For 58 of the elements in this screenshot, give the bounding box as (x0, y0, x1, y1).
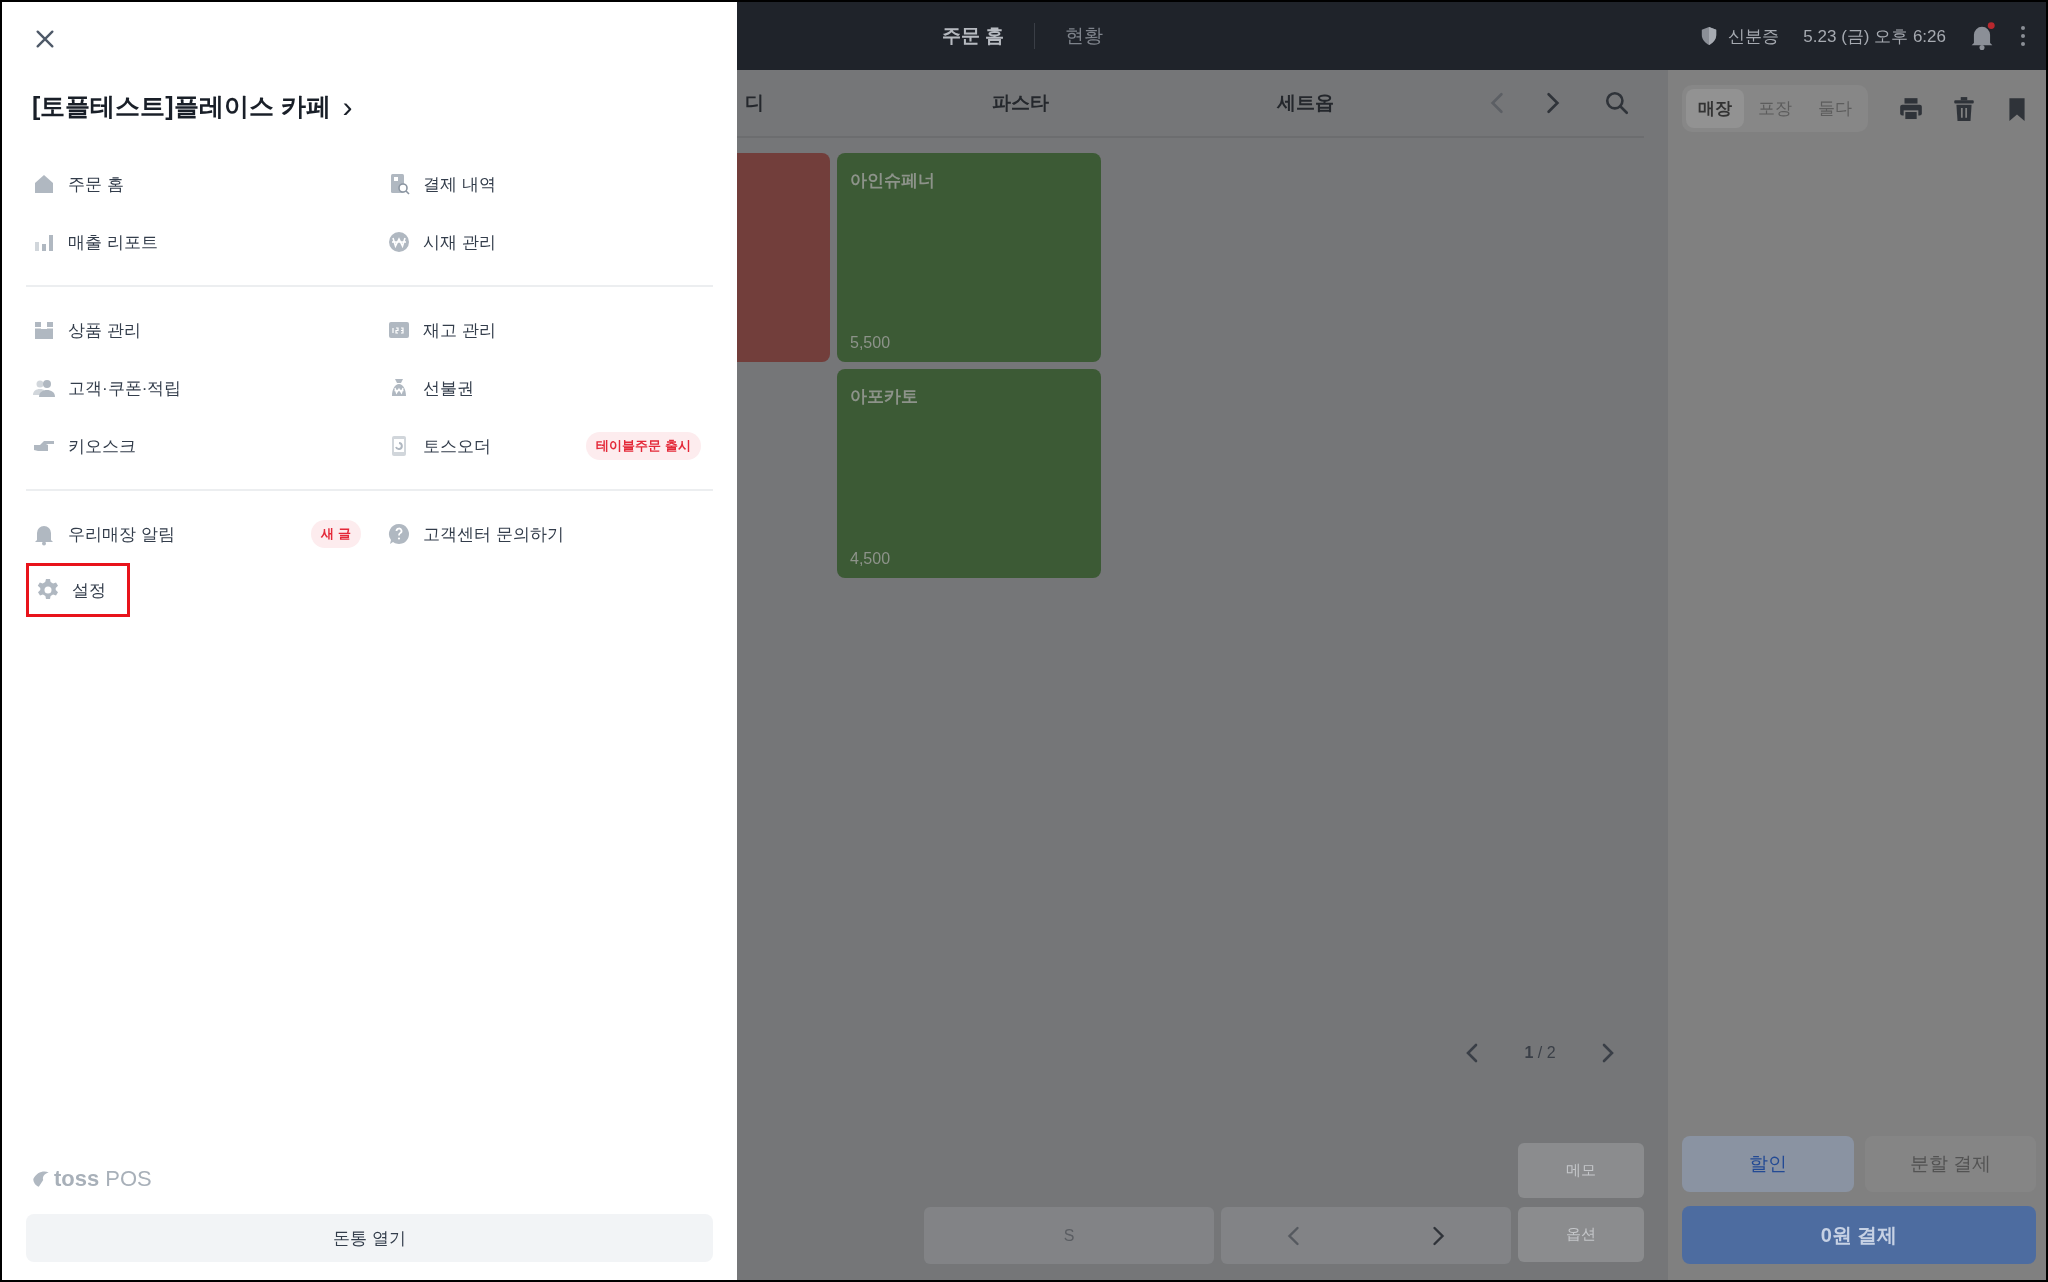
menu-label: 선불권 (423, 377, 474, 400)
home-icon (32, 172, 56, 196)
menu-label: 키오스크 (68, 435, 136, 458)
open-cash-drawer-button[interactable]: 돈통 열기 (26, 1214, 713, 1262)
store-name[interactable]: [토플테스트]플레이스 카페 (32, 90, 331, 123)
chevron-right-icon[interactable] (1432, 1225, 1445, 1246)
menu-item[interactable]: 상품 관리 (26, 301, 361, 359)
won-icon (387, 230, 411, 254)
menu-item[interactable]: 우리매장 알림 새 글 (26, 505, 361, 563)
menu-label: 고객센터 문의하기 (423, 523, 564, 546)
menu-label: 주문 홈 (68, 173, 124, 196)
menu-label: 설정 (72, 579, 106, 602)
menu-item[interactable]: 재고 관리 (381, 301, 701, 359)
chevron-left-icon[interactable] (1287, 1225, 1300, 1246)
more-menu-icon[interactable] (2020, 25, 2026, 47)
chevron-right-icon[interactable] (1602, 1043, 1614, 1063)
order-type-option[interactable]: 매장 (1686, 89, 1744, 128)
close-icon[interactable] (34, 28, 56, 50)
product-name: 아인슈페너 (850, 170, 936, 192)
menu-label: 매출 리포트 (68, 231, 158, 254)
id-card-link[interactable]: 신분증 (1728, 24, 1780, 48)
toss-pos-logo: toss POS (30, 1166, 152, 1192)
trash-icon[interactable] (1951, 95, 1977, 122)
menu-label: 토스오더 (423, 435, 491, 458)
menu-item[interactable]: 고객센터 문의하기 (381, 505, 701, 563)
menu-label: 재고 관리 (423, 319, 496, 342)
shield-icon (1700, 26, 1719, 46)
menu-item[interactable]: 매출 리포트 (26, 213, 361, 271)
menu-label: 우리매장 알림 (68, 523, 175, 546)
menu-item[interactable]: 주문 홈 (26, 155, 361, 213)
menu-label: 고객·쿠폰·적립 (68, 377, 182, 400)
menu-item[interactable]: 결제 내역 (381, 155, 701, 213)
menu-item[interactable]: 고객·쿠폰·적립 (26, 359, 361, 417)
top-tab[interactable]: 주문 홈 (942, 23, 1005, 49)
menu-item[interactable]: 시재 관리 (381, 213, 701, 271)
page-indicator: 1 / 2 (1524, 1044, 1556, 1062)
printer-icon[interactable] (1898, 95, 1924, 122)
top-tab[interactable]: 현황 (1065, 23, 1104, 49)
chevron-right-icon[interactable] (1546, 92, 1560, 114)
search-icon[interactable] (1604, 90, 1630, 116)
chevron-icon[interactable]: › (342, 91, 353, 122)
chevron-left-icon[interactable] (1466, 1043, 1478, 1063)
menu-label: 시재 관리 (423, 231, 496, 254)
menu-label: 결제 내역 (423, 173, 496, 196)
help-icon (387, 522, 411, 546)
product-price: 5,500 (850, 334, 892, 352)
product-tile[interactable] (737, 153, 830, 362)
new-badge: 새 글 (311, 520, 361, 548)
menu-label: 상품 관리 (68, 319, 141, 342)
product-name: 아포카토 (850, 386, 919, 408)
date-time: 5.23 (금) 오후 6:26 (1803, 25, 1946, 48)
menu-item[interactable]: 선불권 (381, 359, 701, 417)
product-price: 4,500 (850, 550, 892, 568)
menu-item[interactable]: 키오스크 (26, 417, 361, 475)
new-badge: 테이블주문 출시 (586, 432, 701, 460)
highlighted-menu-item[interactable]: 설정 (26, 563, 130, 617)
gear-icon (36, 578, 60, 602)
menu-item[interactable]: 토스오더 테이블주문 출시 (381, 417, 701, 475)
